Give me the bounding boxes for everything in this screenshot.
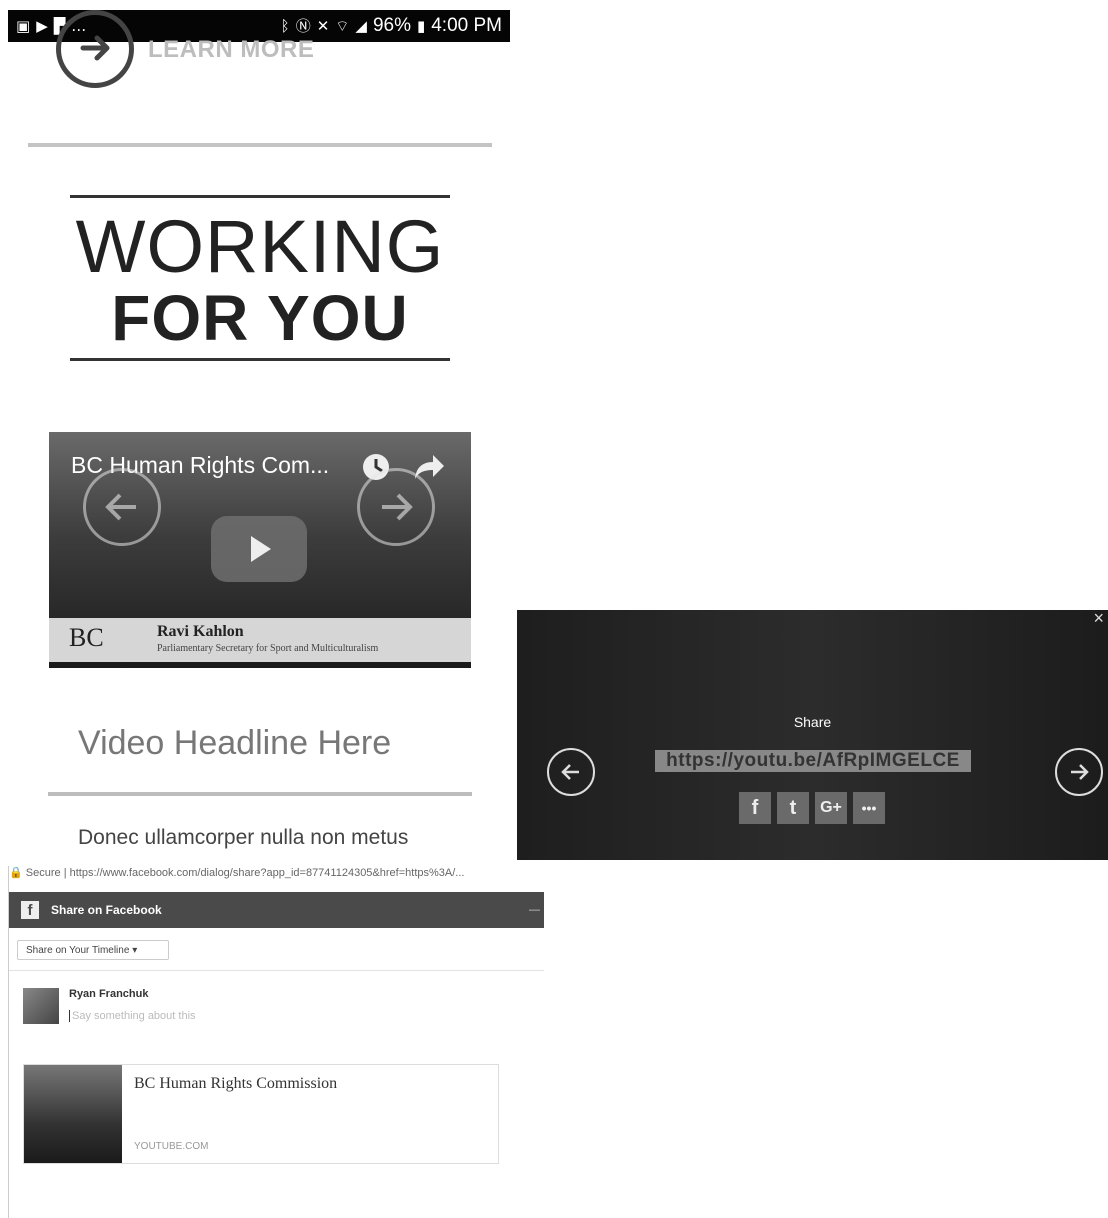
more-options-icon[interactable]: ••• [853, 792, 885, 824]
arrow-left-icon [561, 764, 579, 780]
share-buttons: f t G+ ••• [739, 792, 885, 824]
speaker-name: Ravi Kahlon [157, 623, 244, 640]
audience-select-label: Share on Your Timeline [26, 945, 130, 956]
say-something-input[interactable]: Say something about this [69, 1010, 196, 1022]
secure-label: Secure [25, 867, 61, 879]
audience-select[interactable]: Share on Your Timeline ▾ [17, 940, 169, 960]
dialog-header: f Share on Facebook — [9, 892, 544, 928]
signal-icon: ◢ [355, 16, 367, 35]
lock-icon: 🔒 [9, 867, 23, 879]
close-icon[interactable]: × [1093, 610, 1104, 629]
clock: 4:00 PM [431, 15, 502, 36]
learn-more-label[interactable]: LEARN MORE [148, 36, 314, 64]
share-url-field[interactable]: https://youtu.be/AfRpIMGELCE [655, 750, 971, 772]
play-button[interactable] [211, 516, 307, 582]
learn-more-button[interactable] [56, 10, 134, 88]
dialog-title: Share on Facebook [51, 903, 162, 917]
prev-arrow-icon [105, 493, 136, 521]
battery-percent: 96% [372, 15, 411, 36]
lower-third: BC Ravi Kahlon Parliamentary Secretary f… [49, 618, 471, 662]
play-icon [251, 536, 271, 562]
gallery-icon: ▣ [16, 16, 31, 35]
address-bar[interactable]: 🔒 Secure | https://www.facebook.com/dial… [9, 866, 544, 890]
link-preview-thumbnail [24, 1065, 122, 1163]
bc-logo: BC [69, 623, 104, 652]
body-text: Donec ullamcorper nulla non metus [78, 826, 409, 849]
next-arrow-icon [382, 493, 413, 521]
divider [28, 143, 492, 147]
arrow-right-icon [1071, 764, 1089, 780]
speaker-role: Parliamentary Secretary for Sport and Mu… [157, 643, 379, 654]
facebook-share-dialog: 🔒 Secure | https://www.facebook.com/dial… [8, 866, 544, 1218]
link-preview-domain: YOUTUBE.COM [134, 1141, 209, 1152]
share-title: Share [793, 714, 832, 730]
facebook-logo-icon: f [21, 901, 39, 919]
banner-rule-top [70, 195, 450, 198]
facebook-icon[interactable]: f [739, 792, 771, 824]
share-next-button[interactable] [1055, 748, 1103, 796]
banner-line-2: FOR YOU [111, 282, 409, 354]
divider [48, 792, 472, 796]
video-player[interactable]: BC Human Rights Com... BC Ravi Kahlon Pa… [49, 432, 471, 668]
banner-line-1: WORKING [75, 205, 445, 288]
next-arrow-button[interactable] [357, 468, 435, 546]
battery-icon: ▮ [416, 16, 426, 35]
address-text[interactable]: https://www.facebook.com/dialog/share?ap… [70, 867, 465, 879]
video-headline: Video Headline Here [78, 724, 392, 762]
prev-arrow-button[interactable] [83, 468, 161, 546]
link-preview-card: BC Human Rights Commission YOUTUBE.COM [23, 1064, 499, 1164]
divider [9, 970, 544, 971]
twitter-icon[interactable]: t [777, 792, 809, 824]
avatar [23, 988, 59, 1024]
wifi-icon: ⌔ [335, 16, 350, 35]
chevron-down-icon: ▾ [132, 945, 138, 956]
mute-icon: ✕ [316, 16, 330, 35]
nfc-icon: Ⓝ [295, 16, 311, 35]
minimize-icon[interactable]: — [529, 904, 540, 916]
user-name: Ryan Franchuk [69, 988, 149, 1000]
bluetooth-icon: ᛒ [280, 16, 290, 35]
link-preview-title: BC Human Rights Commission [134, 1075, 338, 1092]
google-plus-icon[interactable]: G+ [815, 792, 847, 824]
share-prev-button[interactable] [547, 748, 595, 796]
arrow-right-circle-icon [80, 35, 110, 61]
share-overlay: × Share https://youtu.be/AfRpIMGELCE f t… [517, 610, 1108, 860]
play-store-icon: ▶ [36, 16, 48, 35]
banner-rule-bottom [70, 358, 450, 361]
